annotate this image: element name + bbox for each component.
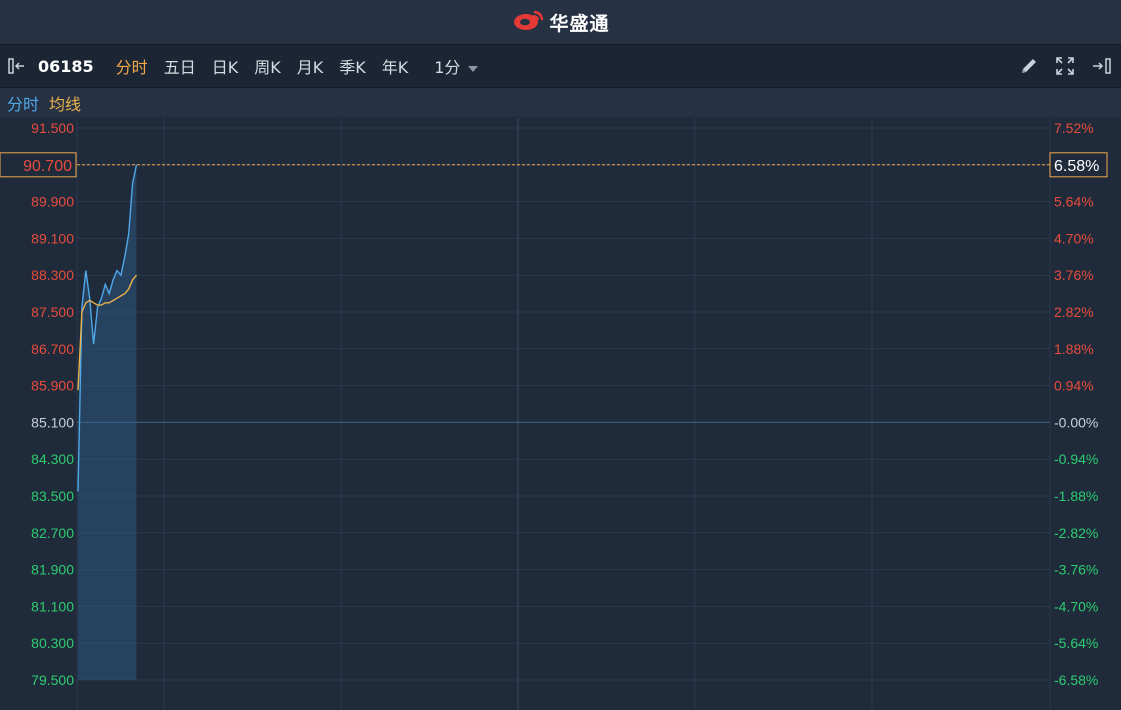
fullscreen-icon[interactable] bbox=[1055, 56, 1075, 76]
pencil-icon[interactable] bbox=[1019, 56, 1039, 76]
percent-tick-label: 1.88% bbox=[1054, 341, 1094, 357]
tab-weekly-k[interactable]: 周K bbox=[246, 54, 289, 78]
collapse-left-icon[interactable] bbox=[8, 57, 30, 75]
price-tick-label: 82.700 bbox=[31, 525, 74, 541]
price-tick-label: 89.100 bbox=[31, 230, 74, 246]
price-axis: 91.500 89.900 89.100 88.300 87.500 86.700 85.9… bbox=[31, 120, 74, 688]
price-tick-label: 85.900 bbox=[31, 378, 74, 394]
percent-tick-label: 5.64% bbox=[1054, 194, 1094, 210]
price-tick-label: 86.700 bbox=[31, 341, 74, 357]
price-tick-label: 80.300 bbox=[31, 635, 74, 651]
percent-tick-label: 2.82% bbox=[1054, 304, 1094, 320]
interval-select[interactable]: 1分 bbox=[434, 54, 479, 78]
legend-price-label: 分时 bbox=[7, 94, 40, 114]
current-price-label: 90.700 bbox=[23, 158, 72, 175]
percent-tick-label: 0.94% bbox=[1054, 378, 1094, 394]
brand-logo-icon bbox=[511, 8, 545, 36]
price-tick-label: 91.500 bbox=[31, 120, 74, 136]
app-title: 华盛通 bbox=[549, 12, 610, 35]
expand-right-icon[interactable] bbox=[1091, 57, 1113, 75]
percent-tick-label: 3.76% bbox=[1054, 267, 1094, 283]
price-tick-label: 79.500 bbox=[31, 672, 74, 688]
stock-code: 06185 bbox=[38, 56, 94, 76]
price-tick-label: 87.500 bbox=[31, 304, 74, 320]
tab-quarterly-k[interactable]: 季K bbox=[331, 54, 374, 78]
chevron-down-icon bbox=[468, 57, 479, 76]
percent-tick-label: -4.70% bbox=[1054, 598, 1098, 614]
toolbar: 06185 分时 五日 日K 周K 月K 季K 年K 1分 bbox=[0, 45, 1121, 88]
tab-daily-k[interactable]: 日K bbox=[204, 54, 247, 78]
percent-tick-label: -6.58% bbox=[1054, 672, 1098, 688]
tab-five-day[interactable]: 五日 bbox=[156, 54, 204, 78]
price-tick-label: 84.300 bbox=[31, 451, 74, 467]
chart-legend: 分时 均线 bbox=[0, 88, 1121, 117]
price-tick-label: 88.300 bbox=[31, 267, 74, 283]
price-tick-label: 81.100 bbox=[31, 598, 74, 614]
current-pct-label: 6.58% bbox=[1054, 158, 1099, 175]
tab-monthly-k[interactable]: 月K bbox=[289, 54, 332, 78]
percent-tick-label: -2.82% bbox=[1054, 525, 1098, 541]
price-tick-label: 85.100 bbox=[31, 414, 74, 430]
chart-grid bbox=[76, 118, 1051, 710]
percent-tick-label: 4.70% bbox=[1054, 230, 1094, 246]
tab-yearly-k[interactable]: 年K bbox=[374, 54, 417, 78]
legend-avg-label: 均线 bbox=[49, 94, 82, 114]
price-tick-label: 81.900 bbox=[31, 562, 74, 578]
intraday-chart[interactable]: 91.500 89.900 89.100 88.300 87.500 86.700 85.9… bbox=[0, 118, 1121, 710]
percent-axis: 7.52% 5.64% 4.70% 3.76% 2.82% 1.88% 0.94% -0.00… bbox=[1054, 120, 1098, 688]
percent-tick-label: -3.76% bbox=[1054, 562, 1098, 578]
brand: 华盛通 bbox=[511, 8, 609, 36]
percent-tick-label: -5.64% bbox=[1054, 635, 1098, 651]
percent-tick-label: -0.94% bbox=[1054, 451, 1098, 467]
interval-label: 1分 bbox=[434, 58, 461, 77]
title-bar: 华盛通 bbox=[0, 0, 1121, 45]
percent-tick-label: -0.00% bbox=[1054, 414, 1098, 430]
tab-intraday[interactable]: 分时 bbox=[108, 54, 156, 78]
percent-tick-label: 7.52% bbox=[1054, 120, 1094, 136]
percent-tick-label: -1.88% bbox=[1054, 488, 1098, 504]
series-layer bbox=[77, 164, 138, 681]
price-tick-label: 89.900 bbox=[31, 194, 74, 210]
price-tick-label: 83.500 bbox=[31, 488, 74, 504]
